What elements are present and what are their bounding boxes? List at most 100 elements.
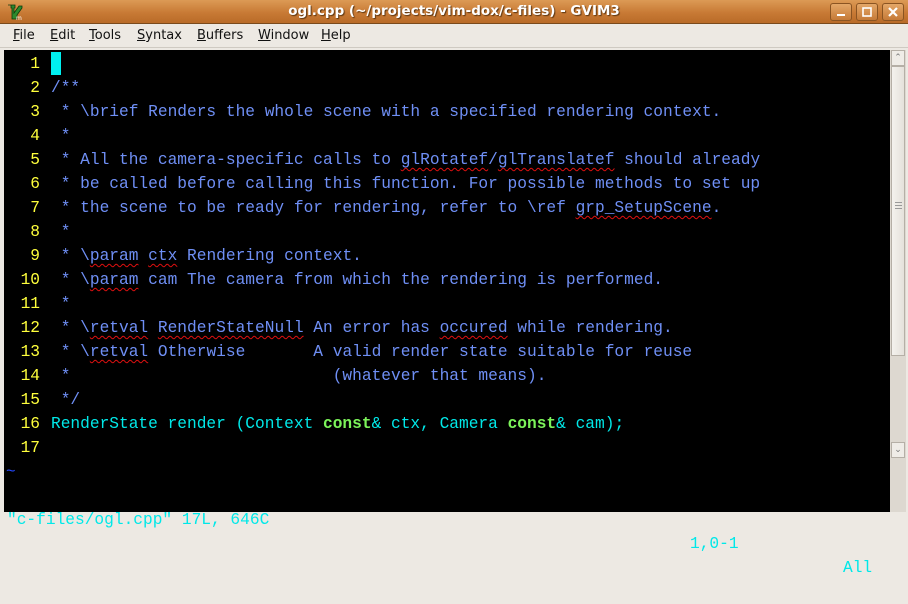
chevron-up-icon: ⌃ bbox=[894, 53, 902, 63]
code-token: * bbox=[51, 295, 71, 313]
code-line[interactable]: 14 * (whatever that means). bbox=[4, 364, 890, 388]
code-token: * All the camera-specific calls to bbox=[51, 151, 401, 169]
cursor-position: 1,0-1 bbox=[690, 535, 739, 553]
line-number: 5 bbox=[30, 151, 40, 169]
menu-edit[interactable]: Edit bbox=[50, 28, 75, 43]
code-token: / bbox=[488, 151, 498, 169]
scroll-up-button[interactable]: ⌃ bbox=[891, 50, 905, 66]
menu-bar: File Edit Tools Syntax Buffers Window He… bbox=[0, 24, 908, 48]
menu-label: indow bbox=[270, 28, 310, 43]
file-info-message: "c-files/ogl.cpp" 17L, 646C bbox=[7, 511, 270, 529]
window-title: ogl.cpp (~/projects/vim-dox/c-files) - G… bbox=[288, 3, 620, 19]
empty-line-tilde: ~ bbox=[6, 463, 16, 481]
spell-error-word: grp_SetupScene bbox=[575, 199, 712, 217]
line-number: 6 bbox=[30, 175, 40, 193]
line-number: 8 bbox=[30, 223, 40, 241]
mnemonic: E bbox=[50, 28, 59, 43]
line-number: 11 bbox=[20, 295, 40, 313]
spell-error-word: ctx bbox=[148, 247, 178, 265]
spell-error-word: retval bbox=[89, 343, 149, 361]
title-bar[interactable]: m ogl.cpp (~/projects/vim-dox/c-files) -… bbox=[0, 0, 908, 24]
code-token: const bbox=[323, 415, 372, 433]
code-token: * \brief Renders the whole scene with a … bbox=[51, 103, 722, 121]
code-line[interactable]: 17 bbox=[4, 436, 890, 460]
menu-label: yntax bbox=[145, 28, 182, 43]
code-token: * \ bbox=[51, 343, 90, 361]
menu-label: dit bbox=[58, 28, 76, 43]
code-token: An error has bbox=[303, 319, 440, 337]
scroll-down-button[interactable]: ⌄ bbox=[891, 442, 905, 458]
code-line[interactable]: 5 * All the camera-specific calls to glR… bbox=[4, 148, 890, 172]
code-line[interactable]: 6 * be called before calling this functi… bbox=[4, 172, 890, 196]
minimize-icon bbox=[837, 14, 845, 16]
code-token: /** bbox=[51, 79, 81, 97]
close-button[interactable] bbox=[882, 3, 904, 21]
code-line[interactable]: 4 * bbox=[4, 124, 890, 148]
line-number: 9 bbox=[30, 247, 40, 265]
code-token: . bbox=[711, 199, 722, 217]
line-number: 7 bbox=[30, 199, 40, 217]
code-token: should already bbox=[614, 151, 761, 169]
spell-error-word: occured bbox=[439, 319, 508, 337]
code-line[interactable]: 11 * bbox=[4, 292, 890, 316]
line-number: 10 bbox=[20, 271, 40, 289]
spell-error-word: glRotatef bbox=[400, 151, 489, 169]
line-number: 16 bbox=[20, 415, 40, 433]
code-token: Rendering context. bbox=[177, 247, 362, 265]
code-line[interactable]: 2 /** bbox=[4, 76, 890, 100]
line-number: 12 bbox=[20, 319, 40, 337]
mnemonic: H bbox=[321, 28, 331, 43]
menu-label: ools bbox=[94, 28, 122, 43]
code-token: * \ bbox=[51, 319, 90, 337]
code-line[interactable]: 13 * \retval Otherwise A valid render st… bbox=[4, 340, 890, 364]
code-token: * bbox=[51, 127, 71, 145]
mnemonic: W bbox=[258, 28, 271, 43]
code-token: * be called before calling this function… bbox=[51, 175, 761, 193]
menu-label: elp bbox=[330, 28, 351, 43]
code-token: * (whatever that means). bbox=[51, 367, 547, 385]
mnemonic: B bbox=[197, 28, 206, 43]
code-token: while rendering. bbox=[507, 319, 673, 337]
menu-tools[interactable]: Tools bbox=[89, 28, 121, 43]
code-token: * the scene to be ready for rendering, r… bbox=[51, 199, 576, 217]
spell-error-word: retval bbox=[89, 319, 149, 337]
code-line[interactable]: 3 * \brief Renders the whole scene with … bbox=[4, 100, 890, 124]
code-line[interactable]: 16 RenderState render (Context const& ctx… bbox=[4, 412, 890, 436]
spell-error-word: glTranslatef bbox=[497, 151, 615, 169]
menu-buffers[interactable]: Buffers bbox=[197, 28, 243, 43]
code-line[interactable]: 8 * bbox=[4, 220, 890, 244]
command-line[interactable]: "c-files/ogl.cpp" 17L, 646C 1,0-1 All bbox=[4, 484, 890, 577]
menu-help[interactable]: Help bbox=[321, 28, 351, 43]
line-number: 2 bbox=[30, 79, 40, 97]
vertical-scrollbar[interactable]: ⌃ ⌄ bbox=[890, 50, 906, 512]
line-number: 17 bbox=[20, 439, 40, 457]
code-line[interactable]: 12 * \retval RenderStateNull An error ha… bbox=[4, 316, 890, 340]
close-icon bbox=[888, 7, 898, 17]
code-token: * \ bbox=[51, 271, 90, 289]
code-line[interactable]: 7 * the scene to be ready for rendering,… bbox=[4, 196, 890, 220]
code-token: & ctx, Camera bbox=[371, 415, 508, 433]
code-line[interactable]: 15 */ bbox=[4, 388, 890, 412]
scrollbar-thumb[interactable] bbox=[891, 66, 905, 356]
line-number: 3 bbox=[30, 103, 40, 121]
line-number: 14 bbox=[20, 367, 40, 385]
menu-file[interactable]: File bbox=[13, 28, 35, 43]
editor-text-area[interactable]: 1 2/** 3 * \brief Renders the whole scene … bbox=[4, 50, 890, 577]
code-token: * \ bbox=[51, 247, 90, 265]
code-token: const bbox=[507, 415, 557, 433]
menu-window[interactable]: Window bbox=[258, 28, 309, 43]
code-token: Otherwise A valid render state suitable … bbox=[148, 343, 693, 361]
maximize-icon bbox=[862, 7, 872, 17]
code-token: * bbox=[51, 223, 71, 241]
scroll-position: All bbox=[843, 559, 873, 577]
menu-syntax[interactable]: Syntax bbox=[137, 28, 182, 43]
minimize-button[interactable] bbox=[830, 3, 852, 21]
code-line[interactable]: 10 * \param cam The camera from which th… bbox=[4, 268, 890, 292]
line-number: 4 bbox=[30, 127, 40, 145]
line-number: 13 bbox=[20, 343, 40, 361]
maximize-button[interactable] bbox=[856, 3, 878, 21]
code-line[interactable]: 9 * \param ctx Rendering context. bbox=[4, 244, 890, 268]
code-line[interactable]: 1 bbox=[4, 52, 890, 76]
